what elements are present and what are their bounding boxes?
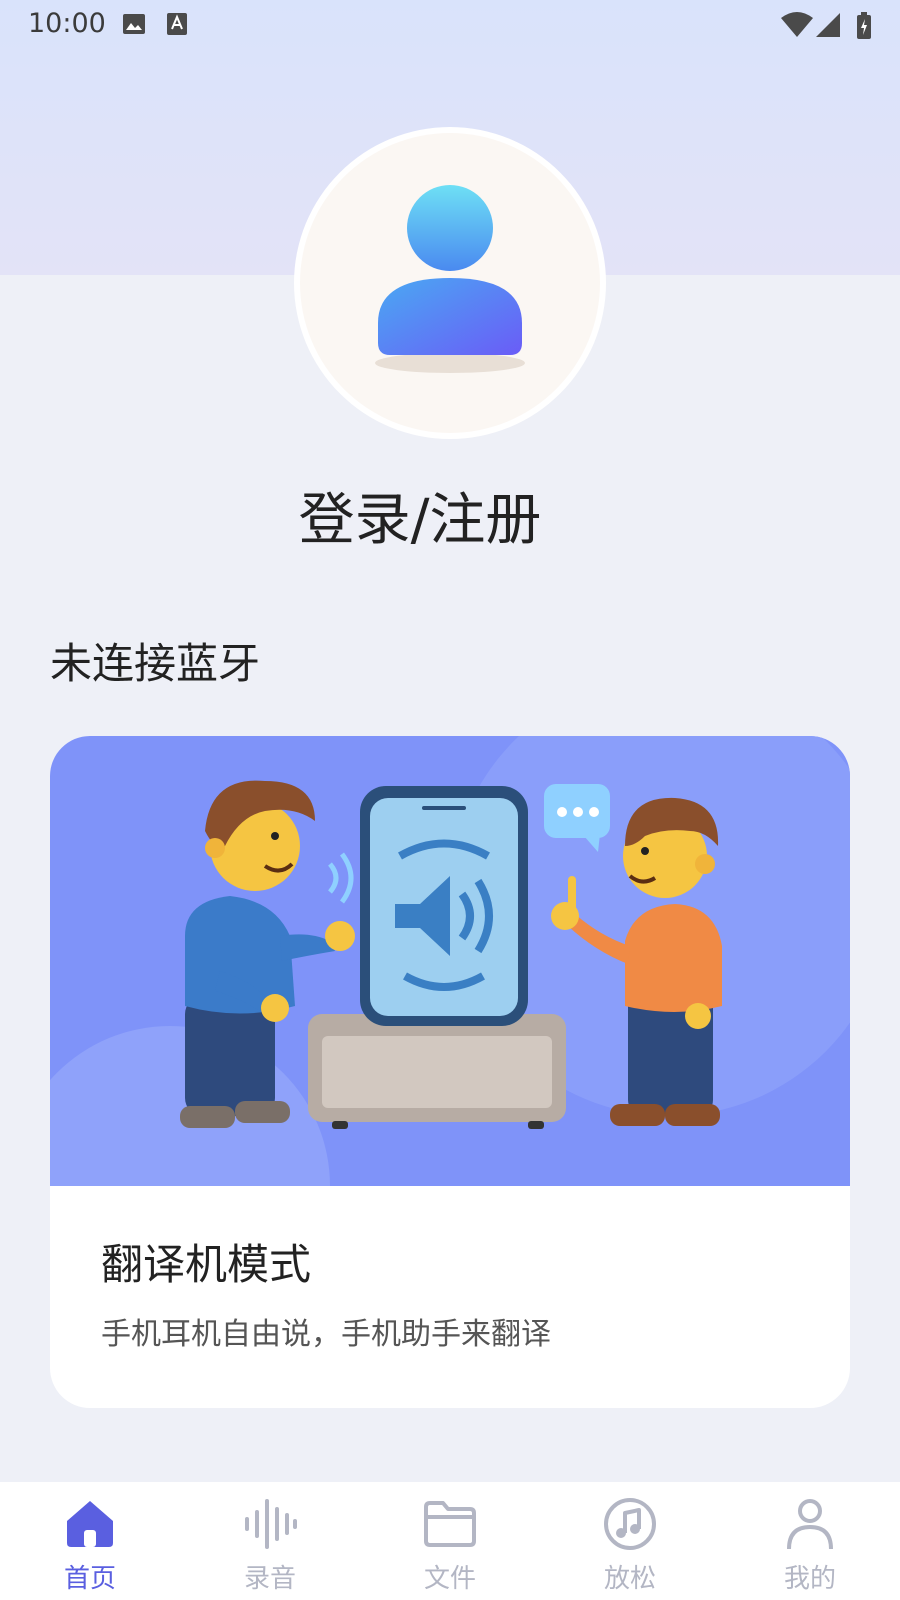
card-subtitle: 手机耳机自由说，手机助手来翻译 [101, 1317, 551, 1352]
wifi-icon [780, 12, 814, 42]
waveform-icon [245, 1499, 297, 1549]
battery-charging-icon [856, 12, 872, 44]
avatar[interactable] [300, 133, 600, 433]
nav-item-mine[interactable]: 我的 [720, 1482, 900, 1600]
nav-item-record[interactable]: 录音 [180, 1482, 360, 1600]
nav-item-relax[interactable]: 放松 [540, 1482, 720, 1600]
nav-item-home[interactable]: 首页 [0, 1482, 180, 1600]
cellular-signal-icon [815, 12, 841, 42]
image-notification-icon [122, 12, 146, 40]
status-time: 10:00 [28, 8, 106, 39]
nav-label-files: 文件 [423, 1564, 476, 1594]
nav-label-record: 录音 [243, 1564, 296, 1594]
translator-mode-card[interactable]: 翻译机模式 手机耳机自由说，手机助手来翻译 [50, 736, 850, 1408]
user-avatar-icon [375, 185, 525, 373]
nav-label-mine: 我的 [783, 1564, 836, 1594]
home-icon [67, 1501, 113, 1547]
nav-item-files[interactable]: 文件 [360, 1482, 540, 1600]
bottom-navigation: 首页 录音 文件 放松 我的 [0, 1482, 900, 1600]
nav-label-home: 首页 [63, 1564, 116, 1594]
nav-label-relax: 放松 [603, 1564, 656, 1594]
bluetooth-status-label: 未连接蓝牙 [50, 639, 261, 688]
music-note-icon [604, 1498, 656, 1550]
speaker-device [308, 1014, 566, 1129]
person-icon [787, 1499, 833, 1550]
text-notification-icon [166, 12, 188, 40]
phone-device [360, 786, 528, 1026]
login-register-link[interactable]: 登录/注册 [0, 475, 840, 556]
card-title: 翻译机模式 [101, 1240, 312, 1289]
status-bar: 10:00 [0, 0, 900, 48]
translator-illustration [50, 736, 850, 1346]
folder-icon [424, 1501, 476, 1547]
